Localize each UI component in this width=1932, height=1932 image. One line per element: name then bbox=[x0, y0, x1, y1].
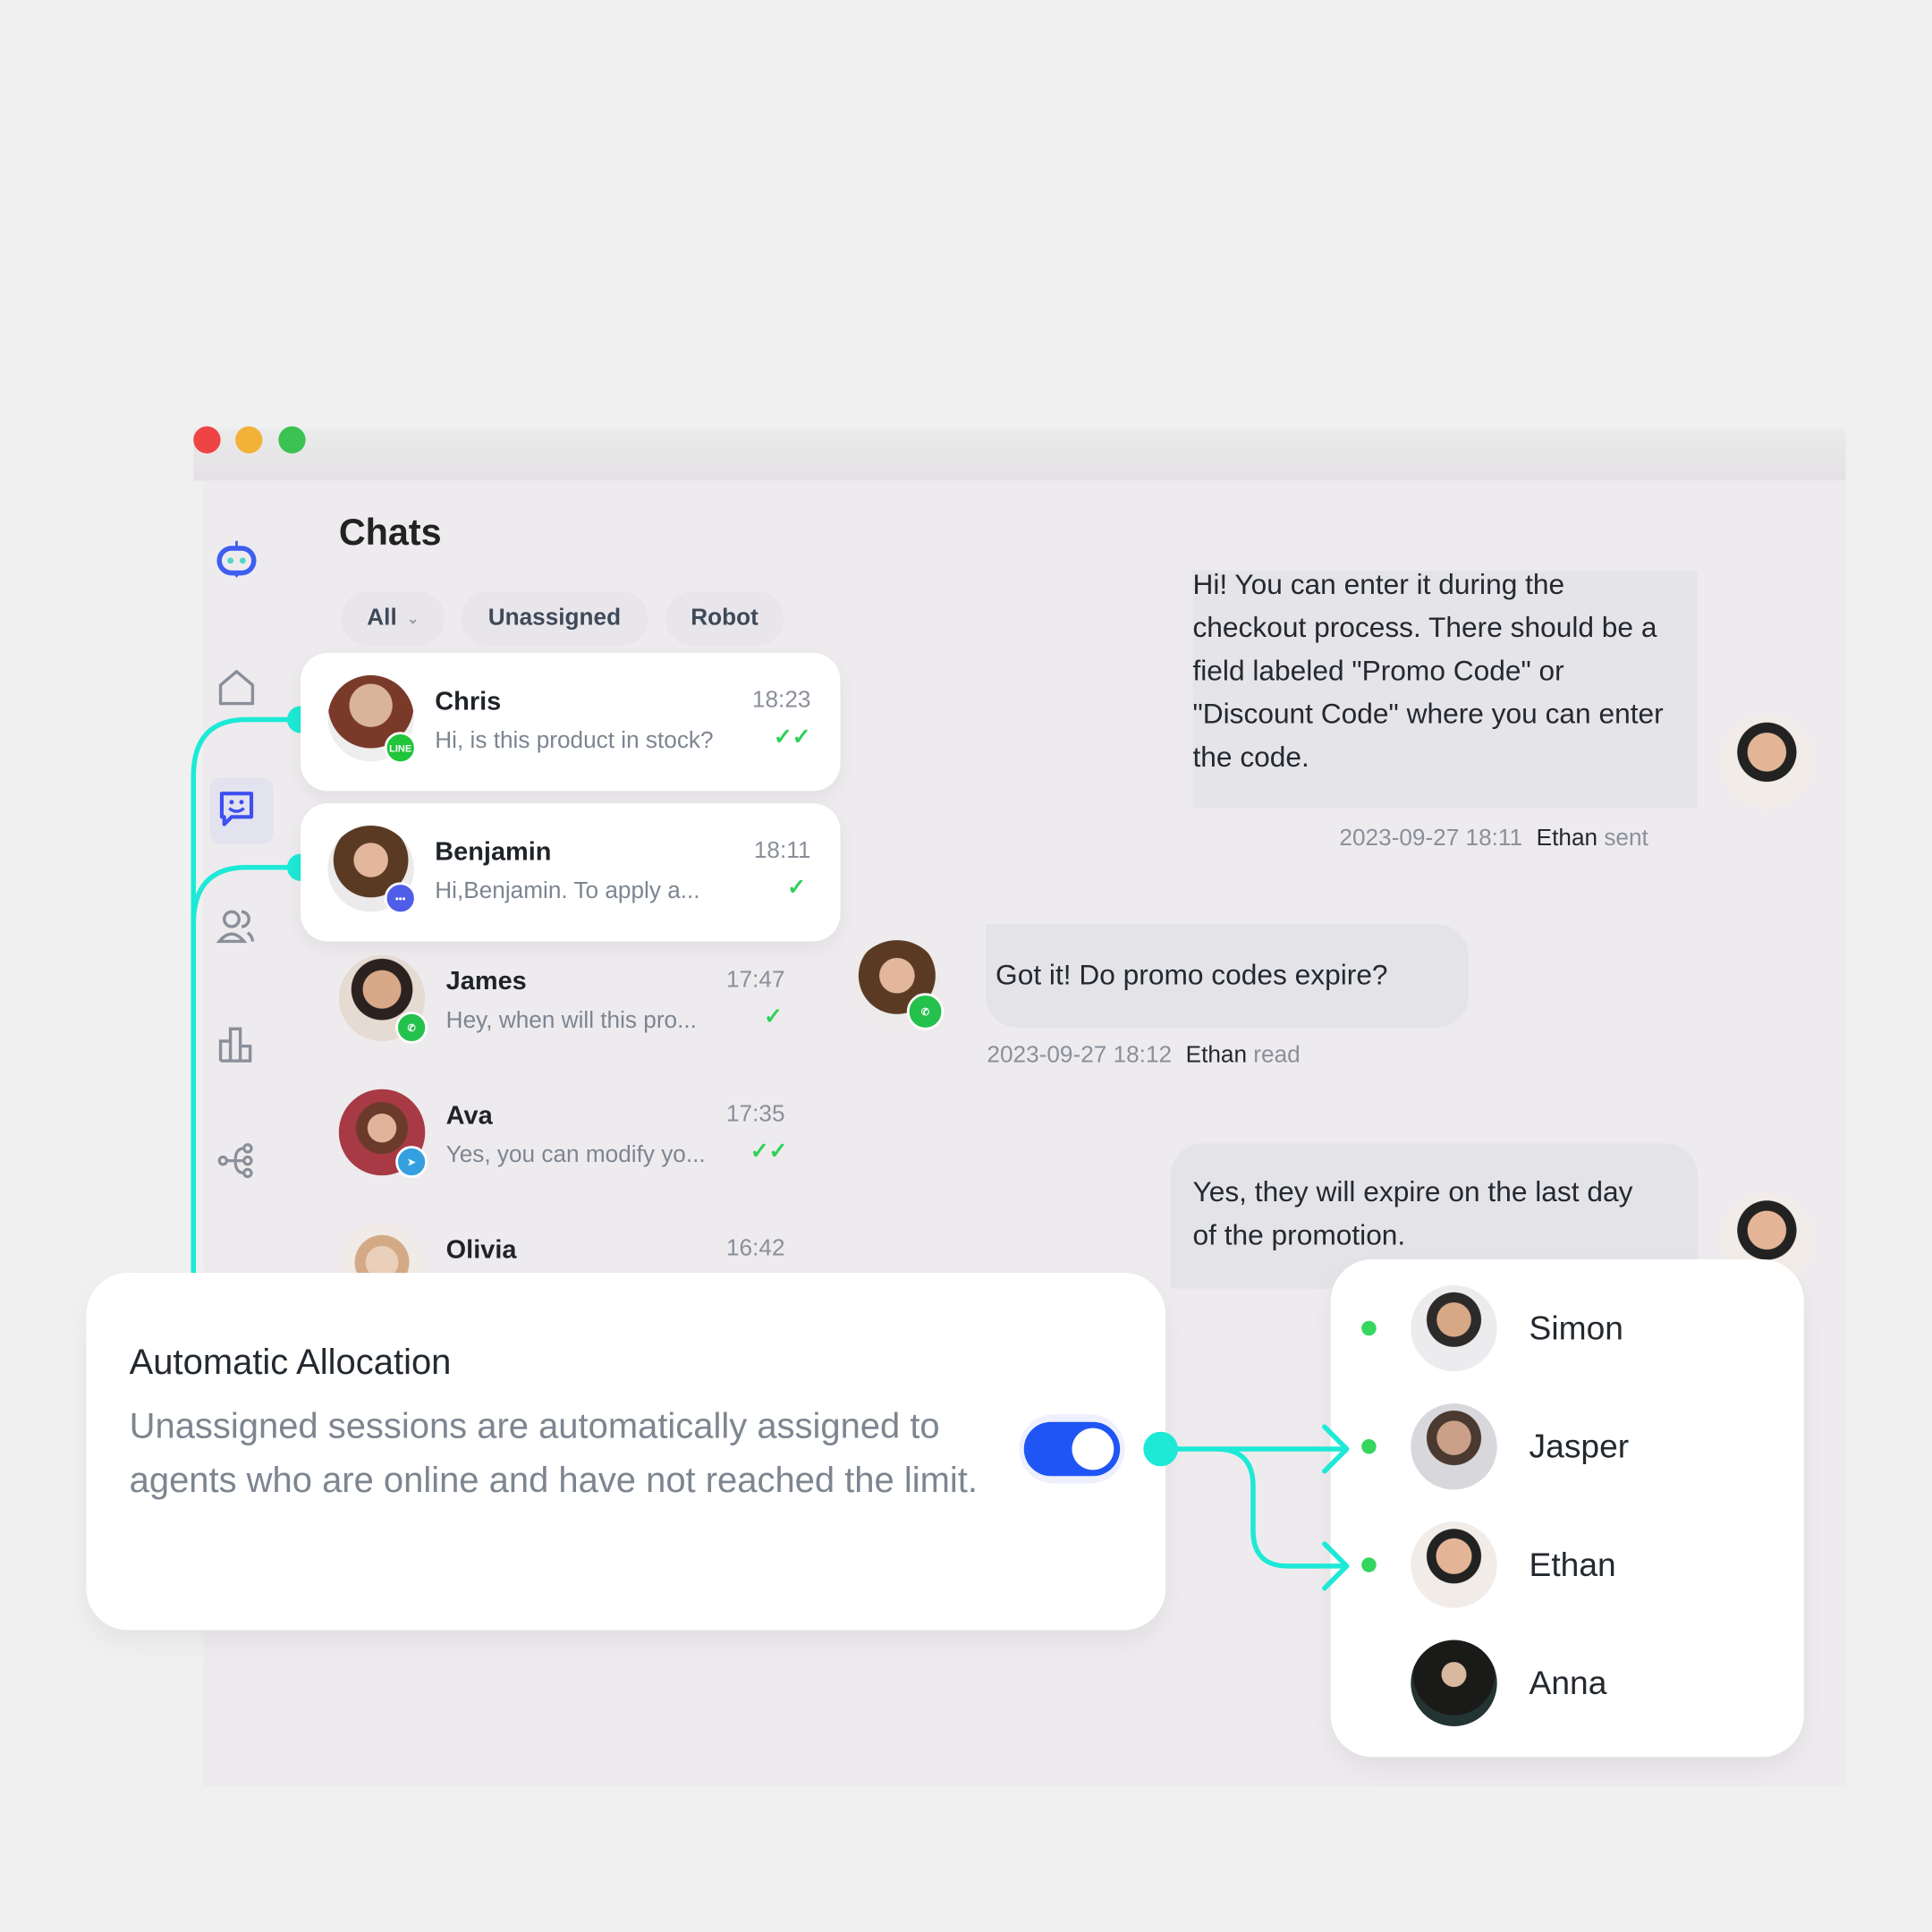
online-status-dot bbox=[1361, 1320, 1377, 1336]
contact-name: Olivia bbox=[445, 1235, 517, 1265]
telegram-icon: ➤ bbox=[395, 1146, 428, 1178]
chat-preview: Hi,Benjamin. To apply a... bbox=[435, 878, 700, 905]
message-status: read bbox=[1253, 1042, 1301, 1069]
chat-item-olivia[interactable]: Olivia 16:42 bbox=[338, 1223, 807, 1274]
chat-preview: Yes, you can modify yo... bbox=[445, 1141, 706, 1168]
agent-name: Jasper bbox=[1529, 1427, 1630, 1465]
check-icon: ✓ bbox=[787, 875, 806, 900]
title-bar bbox=[193, 428, 1846, 481]
tab-label: All bbox=[367, 605, 397, 631]
message-actor: Ethan bbox=[1536, 825, 1598, 852]
agent-message-bubble: Hi! You can enter it during the checkout… bbox=[1192, 568, 1699, 809]
message-timestamp: 2023-09-27 18:12 bbox=[987, 1042, 1173, 1069]
contact-name: Chris bbox=[435, 687, 502, 716]
stage: Chats All ⌄ Unassigned Robot LINE Chris … bbox=[0, 0, 1932, 1932]
tab-robot[interactable]: Robot bbox=[665, 591, 784, 646]
agent-row-simon[interactable]: Simon bbox=[1361, 1284, 1780, 1372]
online-status-dot bbox=[1361, 1438, 1377, 1454]
customer-message-bubble: Got it! Do promo codes expire? bbox=[986, 924, 1470, 1028]
robot-logo-icon bbox=[212, 536, 261, 585]
tab-unassigned[interactable]: Unassigned bbox=[461, 591, 648, 646]
toggle-knob bbox=[1072, 1428, 1114, 1470]
maximize-window-button[interactable] bbox=[278, 426, 306, 453]
whatsapp-icon: ✆ bbox=[395, 1011, 428, 1044]
avatar bbox=[1411, 1521, 1497, 1608]
avatar bbox=[1411, 1284, 1497, 1372]
chat-item-benjamin[interactable]: ••• Benjamin 18:11 Hi,Benjamin. To apply… bbox=[301, 803, 841, 942]
chat-channel-icon: ••• bbox=[384, 882, 417, 915]
close-window-button[interactable] bbox=[193, 426, 221, 453]
line-icon: LINE bbox=[384, 732, 417, 765]
chat-time: 16:42 bbox=[726, 1235, 785, 1262]
agent-row-anna[interactable]: Anna bbox=[1361, 1639, 1780, 1727]
message-status: sent bbox=[1604, 825, 1648, 852]
avatar bbox=[338, 1223, 426, 1274]
whatsapp-icon: ✆ bbox=[906, 993, 945, 1030]
chat-preview: Hey, when will this pro... bbox=[445, 1007, 697, 1034]
connector-lines bbox=[191, 706, 315, 1282]
chat-time: 18:23 bbox=[751, 687, 811, 714]
avatar bbox=[1411, 1403, 1497, 1490]
agent-name: Simon bbox=[1529, 1309, 1623, 1346]
check-icon: ✓ bbox=[763, 1004, 783, 1030]
chat-item-ava[interactable]: ➤ Ava 17:35 Yes, you can modify yo... ✓✓ bbox=[338, 1089, 807, 1188]
online-status-dot bbox=[1361, 1557, 1377, 1572]
tab-label: Robot bbox=[691, 605, 758, 631]
page-title: Chats bbox=[338, 513, 442, 554]
agent-row-jasper[interactable]: Jasper bbox=[1361, 1402, 1780, 1491]
contact-name: James bbox=[445, 967, 527, 996]
chat-time: 17:35 bbox=[726, 1101, 785, 1128]
chat-item-chris[interactable]: LINE Chris 18:23 Hi, is this product in … bbox=[301, 653, 841, 792]
tab-all[interactable]: All ⌄ bbox=[341, 591, 445, 646]
contact-name: Ava bbox=[445, 1101, 493, 1131]
contact-name: Benjamin bbox=[435, 837, 552, 867]
agent-row-ethan[interactable]: Ethan bbox=[1361, 1521, 1780, 1609]
minimize-window-button[interactable] bbox=[235, 426, 263, 453]
agent-name: Anna bbox=[1529, 1664, 1607, 1701]
agent-avatar-ethan bbox=[1720, 714, 1814, 809]
message-text: Hi! You can enter it during the checkout… bbox=[1192, 568, 1664, 773]
message-meta: 2023-09-27 18:12 Ethan read bbox=[987, 1042, 1300, 1069]
avatar bbox=[1411, 1640, 1497, 1726]
double-check-icon: ✓✓ bbox=[773, 724, 811, 750]
offline-status-placeholder bbox=[1361, 1675, 1377, 1690]
message-text: Got it! Do promo codes expire? bbox=[996, 958, 1388, 991]
message-timestamp: 2023-09-27 18:11 bbox=[1339, 825, 1523, 852]
message-text: Yes, they will expire on the last day of… bbox=[1192, 1175, 1633, 1251]
chat-time: 18:11 bbox=[753, 837, 811, 864]
chat-item-james[interactable]: ✆ James 17:47 Hey, when will this pro...… bbox=[338, 954, 807, 1054]
chat-preview: Hi, is this product in stock? bbox=[435, 728, 714, 755]
double-check-icon: ✓✓ bbox=[750, 1138, 788, 1164]
chevron-down-icon: ⌄ bbox=[406, 609, 419, 628]
allocation-title: Automatic Allocation bbox=[129, 1343, 452, 1383]
allocation-arrows bbox=[1143, 1424, 1350, 1591]
chat-time: 17:47 bbox=[726, 967, 785, 994]
tab-label: Unassigned bbox=[487, 605, 622, 631]
allocation-toggle[interactable] bbox=[1019, 1414, 1125, 1484]
message-meta: 2023-09-27 18:11 Ethan sent bbox=[1339, 826, 1648, 852]
allocation-description: Unassigned sessions are automatically as… bbox=[129, 1407, 978, 1501]
toggle-track bbox=[1023, 1421, 1121, 1477]
agent-name: Ethan bbox=[1529, 1546, 1616, 1583]
message-actor: Ethan bbox=[1185, 1042, 1248, 1069]
